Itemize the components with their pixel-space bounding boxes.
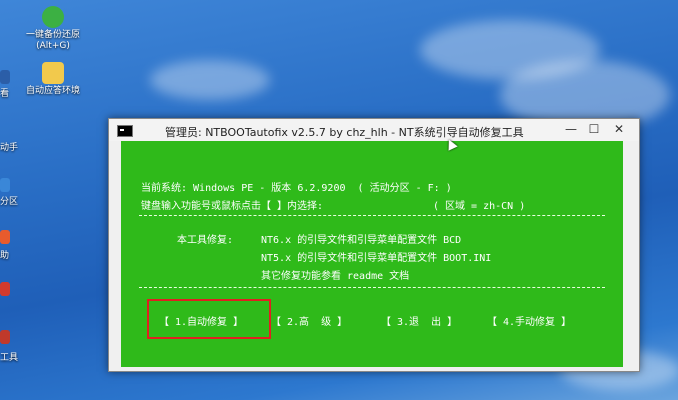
close-button[interactable]: ✕ <box>609 122 629 137</box>
desktop-icon-label: 助 <box>0 251 10 261</box>
desktop-icon-backup[interactable]: 一键备份还原 (Alt+G) <box>8 6 98 52</box>
repair-line: NT5.x 的引导文件和引导菜单配置文件 BOOT.INI <box>261 253 492 264</box>
menu-auto-repair[interactable]: 【 1.自动修复 】 <box>159 313 243 328</box>
console-icon <box>117 125 133 137</box>
desktop-icon-partial[interactable] <box>0 178 10 192</box>
minimize-button[interactable]: — <box>561 122 581 137</box>
desktop-icon-label: 动手 <box>0 143 19 153</box>
backup-restore-icon <box>42 6 64 28</box>
title-bar[interactable]: 管理员: NTBOOTautofix v2.5.7 by chz_hlh - N… <box>109 119 639 141</box>
desktop-icon-answer[interactable]: 自动应答环境 <box>8 62 98 97</box>
repair-line: NT6.x 的引导文件和引导菜单配置文件 BCD <box>261 235 462 246</box>
menu-manual-repair[interactable]: 【 4.手动修复 】 <box>487 313 571 328</box>
input-prompt: 键盘输入功能号或鼠标点击【 】内选择: <box>141 201 324 212</box>
desktop-icon-partial[interactable] <box>0 70 10 84</box>
desktop-icon-label: 一键备份还原 (Alt+G) <box>25 30 80 51</box>
desktop-icon-label: 分区 <box>0 197 19 207</box>
folder-icon <box>42 62 64 84</box>
tool-repair-label: 本工具修复: <box>177 235 234 246</box>
scrollbar[interactable] <box>627 141 639 369</box>
separator <box>139 287 605 288</box>
current-system-line: 当前系统: Windows PE - 版本 6.2.9200 ( 活动分区 - … <box>141 183 452 194</box>
menu-exit[interactable]: 【 3.退 出 】 <box>381 313 457 328</box>
desktop-icon-label: 自动应答环境 <box>25 86 80 96</box>
menu-advanced[interactable]: 【 2.高 级 】 <box>271 313 347 328</box>
maximize-button[interactable]: ☐ <box>584 122 604 137</box>
console-window[interactable]: 管理员: NTBOOTautofix v2.5.7 by chz_hlh - N… <box>108 118 640 372</box>
desktop-icon-label: 工具 <box>0 353 19 363</box>
window-title: 管理员: NTBOOTautofix v2.5.7 by chz_hlh - N… <box>165 126 524 139</box>
desktop-icon-partial[interactable] <box>0 282 10 296</box>
desktop-icon-partial[interactable] <box>0 230 10 244</box>
locale-info: ( 区域 = zh-CN ) <box>433 201 526 212</box>
desktop-icon-label: 看 <box>0 89 10 99</box>
console-area: 当前系统: Windows PE - 版本 6.2.9200 ( 活动分区 - … <box>121 141 623 367</box>
cloud <box>150 60 270 100</box>
repair-line: 其它修复功能参看 readme 文档 <box>261 271 410 282</box>
desktop-icon-partial[interactable] <box>0 330 10 344</box>
separator <box>139 215 605 216</box>
